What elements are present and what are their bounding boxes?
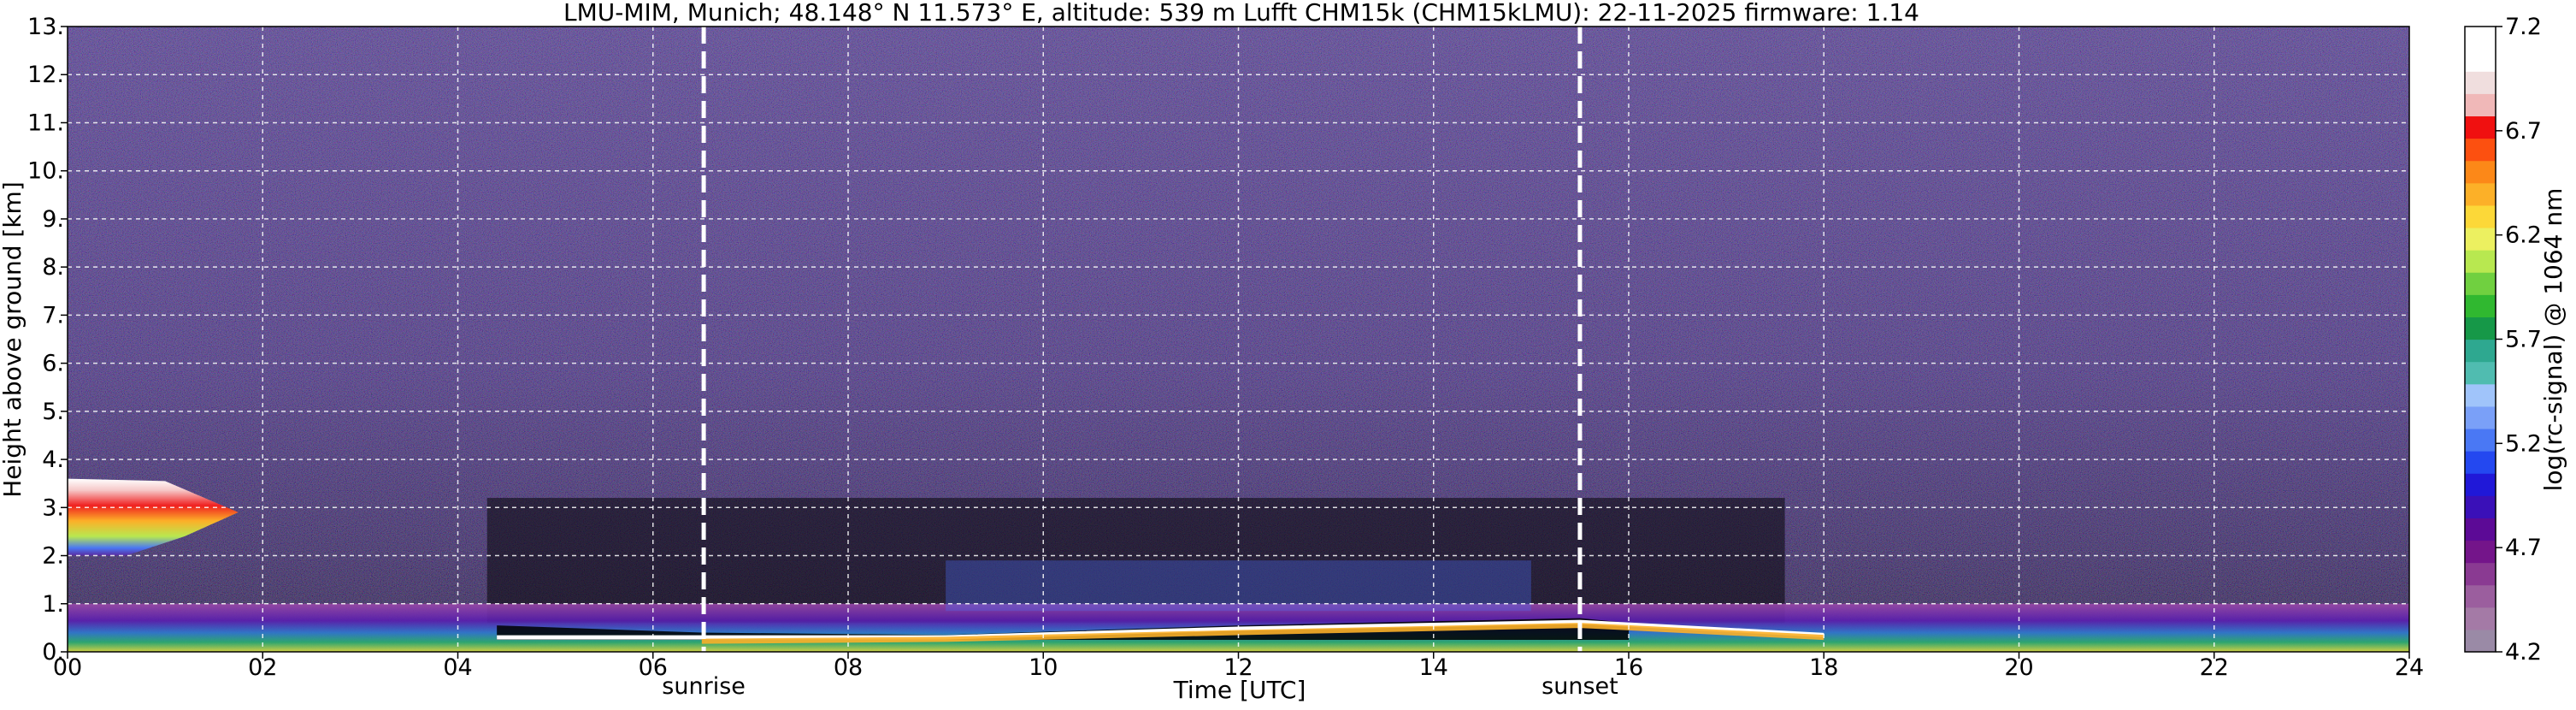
x-tick-label: 22	[2200, 654, 2229, 681]
y-tick-label: 4.	[42, 447, 64, 473]
colorbar-segment	[2465, 250, 2496, 273]
y-tick-label: 2.	[42, 543, 64, 570]
colorbar-segment	[2465, 629, 2496, 653]
colorbar-tick-label: 5.7	[2505, 327, 2542, 353]
colorbar-segment	[2465, 160, 2496, 184]
x-tick-label: 18	[1809, 654, 1838, 681]
y-tick-label: 12.	[27, 62, 64, 88]
colorbar-segment	[2465, 294, 2496, 317]
colorbar-segment	[2465, 93, 2496, 117]
y-tick-label: 10.	[27, 158, 64, 185]
colorbar-segment	[2465, 606, 2496, 630]
x-tick-label: 02	[248, 654, 277, 681]
y-tick-label: 13.	[27, 14, 64, 40]
colorbar-tick-label: 4.2	[2505, 639, 2542, 666]
colorbar-segment	[2465, 562, 2496, 586]
ceilometer-chart: LMU-MIM, Munich; 48.148° N 11.573° E, al…	[0, 0, 2576, 710]
colorbar-segment	[2465, 272, 2496, 295]
chart-title: LMU-MIM, Munich; 48.148° N 11.573° E, al…	[563, 0, 1919, 27]
colorbar-segment	[2465, 518, 2496, 541]
y-tick-label: 3.	[42, 494, 64, 521]
colorbar-segment	[2465, 71, 2496, 94]
y-tick-label: 0.	[42, 639, 64, 666]
colorbar-title: log(rc-signal) @ 1064 nm	[2539, 188, 2567, 492]
y-tick-label: 5.	[42, 399, 64, 425]
colorbar-segment	[2465, 27, 2496, 50]
colorbar-segment	[2465, 451, 2496, 474]
colorbar-segment	[2465, 383, 2496, 407]
colorbar-segment	[2465, 49, 2496, 72]
colorbar-segment	[2465, 138, 2496, 162]
y-tick-label: 7.	[42, 302, 64, 328]
y-tick-label: 9.	[42, 206, 64, 233]
colorbar: 4.2 4.7 5.2 5.7 6.2 6.7 7.2	[2464, 14, 2542, 666]
colorbar-segment	[2465, 339, 2496, 363]
x-tick-label: 04	[443, 654, 472, 681]
colorbar-segment	[2465, 227, 2496, 251]
y-tick-label: 1.	[42, 591, 64, 618]
y-tick-label: 11.	[27, 109, 64, 136]
chart-svg: LMU-MIM, Munich; 48.148° N 11.573° E, al…	[0, 0, 2567, 704]
colorbar-segment	[2465, 204, 2496, 228]
x-tick-label: 08	[834, 654, 863, 681]
colorbar-segment	[2465, 115, 2496, 139]
colorbar-tick-label: 7.2	[2505, 14, 2542, 40]
x-tick-label: 24	[2395, 654, 2424, 681]
colorbar-segment	[2465, 584, 2496, 608]
colorbar-segment	[2465, 473, 2496, 496]
y-axis-title: Height above ground [km]	[0, 181, 27, 498]
colorbar-segment	[2465, 405, 2496, 429]
colorbar-segment	[2465, 317, 2496, 340]
x-tick-label: 06	[639, 654, 668, 681]
y-tick-label: 8.	[42, 254, 64, 281]
y-tick-label: 6.	[42, 351, 64, 377]
colorbar-tick-label: 6.2	[2505, 222, 2542, 249]
x-tick-label: 10	[1029, 654, 1058, 681]
colorbar-segment	[2465, 182, 2496, 206]
x-tick-label: 20	[2004, 654, 2033, 681]
x-axis-title: Time [UTC]	[1173, 676, 1306, 704]
colorbar-segment	[2465, 540, 2496, 564]
colorbar-tick-label: 4.7	[2505, 535, 2542, 561]
colorbar-tick-label: 6.7	[2505, 118, 2542, 145]
colorbar-segment	[2465, 428, 2496, 452]
sunrise-label: sunrise	[662, 673, 746, 700]
colorbar-segment	[2465, 495, 2496, 518]
colorbar-tick-label: 5.2	[2505, 430, 2542, 457]
sunset-label: sunset	[1541, 673, 1618, 700]
colorbar-segment	[2465, 361, 2496, 385]
x-tick-label: 16	[1614, 654, 1643, 681]
x-tick-label: 14	[1419, 654, 1448, 681]
